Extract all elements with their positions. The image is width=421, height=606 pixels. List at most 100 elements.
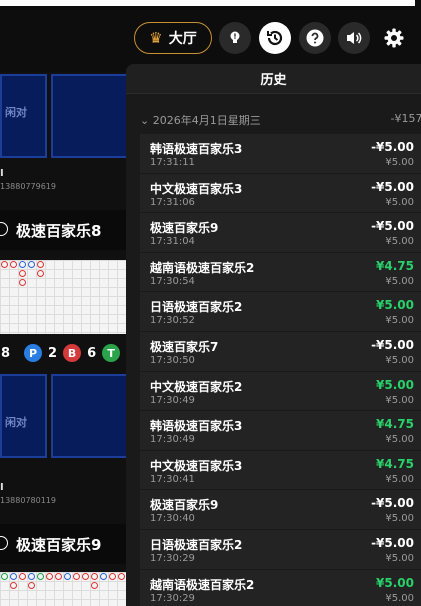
game-name: 越南语极速百家乐2	[150, 260, 255, 275]
result-counts: 8 P 2 B 6 T	[1, 344, 121, 362]
tips-icon[interactable]	[219, 22, 251, 54]
bet-card[interactable]	[51, 74, 129, 158]
bet-amount: ¥5.00	[385, 236, 414, 248]
table-radio-icon	[0, 222, 8, 236]
bet-amount: ¥5.00	[385, 196, 414, 208]
history-icon[interactable]	[259, 22, 291, 54]
banker-dot: B	[63, 344, 82, 362]
settings-icon[interactable]	[378, 22, 410, 54]
history-list: 韩语极速百家乐3 17:31:11 -¥5.00 ¥5.00 中文极速百家乐3 17:31…	[140, 134, 421, 606]
table-marker: I	[0, 168, 4, 179]
bet-time: 17:30:29	[150, 592, 195, 604]
bet-time: 17:30:40	[150, 513, 195, 525]
table-title: 极速百家乐8	[16, 222, 102, 240]
game-name: 中文极速百家乐3	[150, 181, 243, 196]
help-icon[interactable]	[299, 22, 331, 54]
history-row[interactable]: 越南语极速百家乐2 17:30:54 ¥4.75 ¥5.00	[140, 252, 421, 293]
top-bar: ♛ 大厅	[0, 0, 421, 72]
bet-amount: ¥5.00	[385, 513, 414, 525]
bet-amount: ¥5.00	[385, 354, 414, 366]
bet-amount: ¥5.00	[385, 394, 414, 406]
bet-time: 17:30:29	[150, 552, 195, 564]
history-row[interactable]: 中文极速百家乐2 17:30:49 ¥5.00 ¥5.00	[140, 371, 421, 412]
history-row[interactable]: 日语极速百家乐2 17:30:29 -¥5.00 ¥5.00	[140, 529, 421, 570]
table-header-2: 极速百家乐9	[0, 524, 130, 564]
bet-result: -¥5.00	[371, 337, 414, 352]
count-prefix: 8	[1, 345, 11, 361]
table-radio-icon-2	[0, 536, 8, 550]
bet-time: 17:30:50	[150, 354, 195, 366]
history-title: 历史	[126, 64, 421, 94]
game-name: 韩语极速百家乐3	[150, 419, 243, 434]
date-total: -¥157.7	[390, 112, 421, 125]
chevron-down-icon: ⌄	[140, 114, 153, 127]
player-dot: P	[24, 344, 43, 362]
bet-result: ¥5.00	[376, 298, 414, 313]
pair-card[interactable]: 闲对	[0, 74, 47, 158]
bet-result: -¥5.00	[371, 179, 414, 194]
top-edge	[0, 0, 415, 6]
history-row[interactable]: 韩语极速百家乐3 17:31:11 -¥5.00 ¥5.00	[140, 134, 421, 174]
card-label-2: 闲对	[5, 416, 27, 429]
table-header: 极速百家乐8	[0, 210, 130, 250]
lobby-button[interactable]: ♛ 大厅	[134, 22, 212, 54]
history-row[interactable]: 日语极速百家乐2 17:30:52 ¥5.00 ¥5.00	[140, 292, 421, 332]
history-row[interactable]: 越南语极速百家乐2 17:30:29 ¥5.00 ¥5.00	[140, 569, 421, 606]
history-panel: 历史 ⌄ 2026年4月1日星期三 -¥157.7 韩语极速百家乐317:31:…	[126, 64, 421, 606]
tie-dot: T	[102, 344, 121, 362]
bet-amount: ¥5.00	[385, 434, 414, 446]
road-map	[0, 260, 130, 334]
sound-icon[interactable]	[338, 22, 370, 54]
game-name: 中文极速百家乐3	[150, 458, 243, 473]
bet-result: ¥5.00	[376, 575, 414, 590]
game-name: 日语极速百家乐2	[150, 300, 243, 315]
round-id-2: 13880780119	[0, 496, 56, 505]
bet-time: 17:30:49	[150, 434, 195, 446]
bet-amount: ¥5.00	[385, 552, 414, 564]
bet-time: 17:30:41	[150, 473, 195, 485]
table-title-2: 极速百家乐9	[16, 536, 102, 554]
game-name: 极速百家乐9	[150, 498, 219, 513]
bet-result: -¥5.00	[371, 535, 414, 550]
game-name: 极速百家乐7	[150, 339, 219, 354]
game-name: 韩语极速百家乐3	[150, 142, 243, 156]
bet-time: 17:31:11	[150, 157, 195, 168]
date-group-header[interactable]: ⌄ 2026年4月1日星期三 -¥157.7	[140, 112, 421, 128]
history-row[interactable]: 极速百家乐9 17:30:40 -¥5.00 ¥5.00	[140, 490, 421, 530]
round-id: 13880779619	[0, 182, 56, 191]
bet-amount: ¥5.00	[385, 275, 414, 287]
player-count: 2	[48, 345, 58, 361]
bet-amount: ¥5.00	[385, 315, 414, 327]
lobby-label: 大厅	[168, 31, 197, 47]
history-row[interactable]: 极速百家乐9 17:31:04 -¥5.00 ¥5.00	[140, 213, 421, 253]
bet-result: ¥4.75	[376, 417, 414, 432]
game-name: 极速百家乐9	[150, 221, 219, 236]
bet-card-2[interactable]	[51, 374, 129, 458]
bet-result: ¥5.00	[376, 377, 414, 392]
bet-time: 17:31:04	[150, 236, 195, 248]
history-row[interactable]: 韩语极速百家乐3 17:30:49 ¥4.75 ¥5.00	[140, 411, 421, 451]
bet-time: 17:30:54	[150, 275, 195, 287]
road-map-2	[0, 572, 130, 606]
game-name: 中文极速百家乐2	[150, 379, 243, 394]
bet-time: 17:31:06	[150, 196, 195, 208]
history-row[interactable]: 极速百家乐7 17:30:50 -¥5.00 ¥5.00	[140, 331, 421, 372]
bet-result: ¥4.75	[376, 258, 414, 273]
bet-result: -¥5.00	[371, 219, 414, 234]
bet-amount: ¥5.00	[385, 473, 414, 485]
history-row[interactable]: 中文极速百家乐3 17:30:41 ¥4.75 ¥5.00	[140, 450, 421, 491]
banker-count: 6	[87, 345, 97, 361]
bet-result: -¥5.00	[371, 140, 414, 154]
bet-result: ¥4.75	[376, 456, 414, 471]
card-label: 闲对	[5, 106, 27, 119]
game-name: 越南语极速百家乐2	[150, 577, 255, 592]
date-label: ⌄ 2026年4月1日星期三	[140, 114, 261, 127]
game-name: 日语极速百家乐2	[150, 537, 243, 552]
crown-icon: ♛	[149, 29, 163, 47]
bet-time: 17:30:49	[150, 394, 195, 406]
bet-amount: ¥5.00	[385, 592, 414, 604]
history-row[interactable]: 中文极速百家乐3 17:31:06 -¥5.00 ¥5.00	[140, 173, 421, 214]
pair-card-2[interactable]: 闲对	[0, 374, 47, 458]
bet-result: -¥5.00	[371, 496, 414, 511]
table-marker-2: I	[0, 482, 4, 493]
